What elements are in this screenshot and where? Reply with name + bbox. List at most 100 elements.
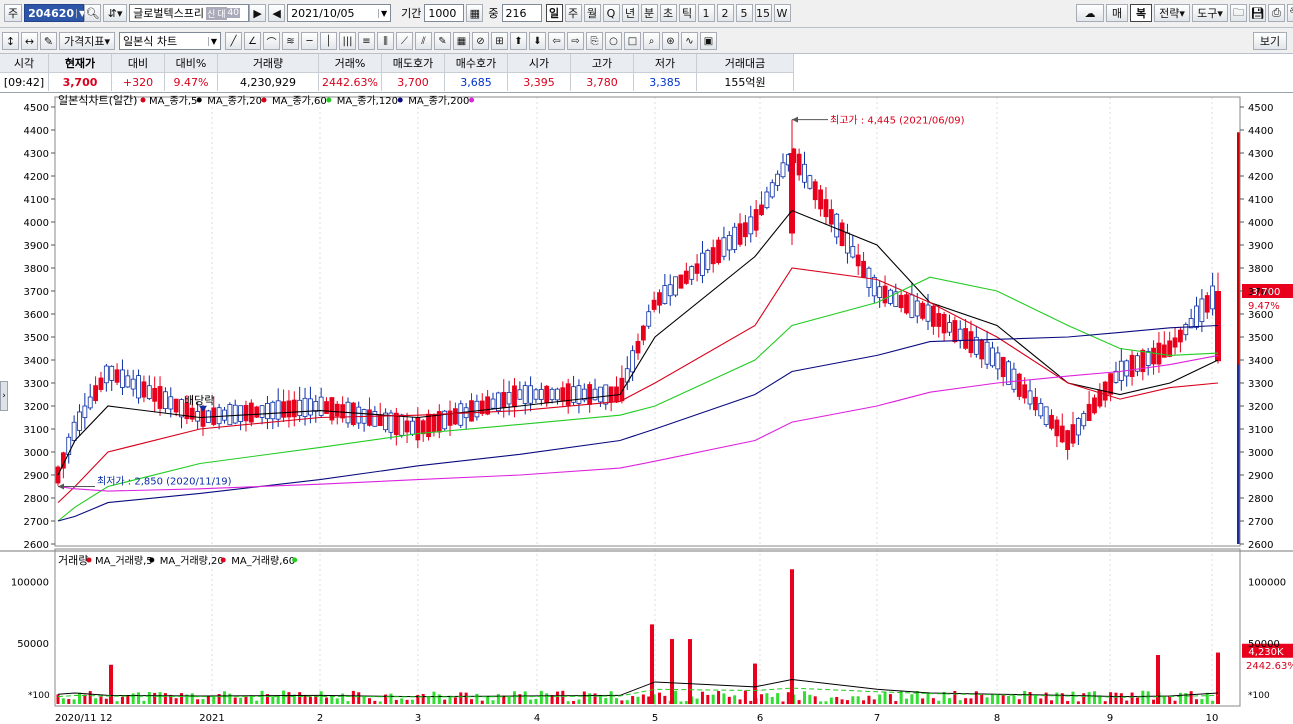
timeframe-button-11[interactable]: 15 bbox=[754, 4, 772, 22]
market-select[interactable]: 주 bbox=[4, 4, 23, 22]
count-input[interactable]: 216 bbox=[501, 4, 542, 22]
draw-tool-icon-1[interactable]: ∠ bbox=[244, 32, 261, 50]
draw-tool-icon-8[interactable]: ⫼ bbox=[377, 32, 394, 50]
date-input[interactable]: 2021/10/05 ▼ bbox=[287, 4, 392, 22]
draw-tool-icon-16[interactable]: ⬇ bbox=[529, 32, 546, 50]
play-icon[interactable]: ▶ bbox=[249, 4, 267, 22]
candle-body bbox=[667, 284, 673, 297]
copy-button[interactable]: 복 bbox=[1130, 4, 1152, 22]
timeframe-button-2[interactable]: 월 bbox=[583, 4, 601, 22]
volume-bar bbox=[421, 694, 425, 704]
save-icon[interactable]: 💾︎ bbox=[1249, 4, 1266, 22]
candle-body bbox=[195, 411, 201, 422]
candle-body bbox=[882, 285, 888, 304]
strategy-button[interactable]: 전략 ▾ bbox=[1154, 4, 1190, 22]
draw-tool-icon-5[interactable]: │ bbox=[320, 32, 337, 50]
draw-tool-icon-3[interactable]: ≋ bbox=[282, 32, 299, 50]
candle-body bbox=[522, 385, 528, 404]
draw-tool-icon-11[interactable]: ✎ bbox=[434, 32, 451, 50]
draw-tool-icon-14[interactable]: ⊞ bbox=[491, 32, 508, 50]
candle-body bbox=[947, 322, 952, 333]
arrow-updown-icon[interactable]: ↕ bbox=[2, 32, 19, 50]
volume-bar bbox=[77, 692, 81, 704]
stock-name-field[interactable]: 글로벌텍스프리 신 대 40 bbox=[129, 4, 250, 22]
draw-tool-icon-18[interactable]: ⇨ bbox=[567, 32, 584, 50]
timeframe-button-1[interactable]: 주 bbox=[564, 4, 582, 22]
timeframe-button-6[interactable]: 초 bbox=[659, 4, 677, 22]
timeframe-button-0[interactable]: 일 bbox=[545, 4, 563, 22]
draw-tool-icon-23[interactable]: ⊛ bbox=[662, 32, 679, 50]
draw-tool-icon-0[interactable]: ╱ bbox=[225, 32, 242, 50]
draw-tool-icon-22[interactable]: ⌕ bbox=[643, 32, 660, 50]
candle-body bbox=[1113, 370, 1119, 383]
draw-tool-icon-17[interactable]: ⇦ bbox=[548, 32, 565, 50]
draw-tool-icon-13[interactable]: ⊘ bbox=[472, 32, 489, 50]
price-index-button[interactable]: 가격지표 ▾ bbox=[59, 32, 115, 50]
buy-button[interactable]: 매 bbox=[1106, 4, 1128, 22]
draw-tool-icon-20[interactable]: ○ bbox=[605, 32, 622, 50]
draw-tool-icon-25[interactable]: ▣ bbox=[700, 32, 717, 50]
timeframe-button-7[interactable]: 틱 bbox=[678, 4, 696, 22]
volume-bar bbox=[722, 693, 726, 704]
y-tick-label: 2600 bbox=[1248, 540, 1273, 551]
stock-chart[interactable]: 4500 45004400 44004300 43004200 42004100 4100… bbox=[0, 92, 1293, 724]
back-icon[interactable]: ◀ bbox=[268, 4, 286, 22]
draw-tool-icon-21[interactable]: □ bbox=[624, 32, 641, 50]
collapse-handle[interactable]: › bbox=[0, 381, 8, 411]
volume-bar bbox=[153, 692, 157, 704]
arrow-leftright-icon[interactable]: ↔ bbox=[21, 32, 38, 50]
draw-tool-icon-2[interactable]: ⌒ bbox=[263, 32, 280, 50]
stock-code-input[interactable]: 204620 ▼ bbox=[24, 4, 85, 22]
print-icon[interactable]: ⎙ bbox=[1268, 4, 1285, 22]
draw-tool-icon-24[interactable]: ∿ bbox=[681, 32, 698, 50]
draw-tool-icon-4[interactable]: ─ bbox=[301, 32, 318, 50]
grid-icon[interactable]: ▦ bbox=[466, 4, 484, 22]
view-button[interactable]: 보기 bbox=[1253, 32, 1287, 50]
draw-tool-icon-9[interactable]: ⟋ bbox=[396, 32, 413, 50]
timeframe-button-12[interactable]: W bbox=[773, 4, 791, 22]
draw-tool-icon-19[interactable]: ⎘ bbox=[586, 32, 603, 50]
volume-bar bbox=[593, 693, 597, 704]
edit-icon[interactable]: ✎ bbox=[40, 32, 57, 50]
period-input[interactable]: 1000 bbox=[424, 4, 465, 22]
candle-body bbox=[560, 387, 566, 402]
chevron-down-icon[interactable]: ▼ bbox=[207, 36, 217, 46]
legend-dot bbox=[196, 97, 202, 103]
draw-tool-icon-7[interactable]: ≡ bbox=[358, 32, 375, 50]
volume-spike-bar bbox=[1216, 652, 1220, 704]
chevron-down-icon[interactable]: ▼ bbox=[377, 8, 387, 18]
candle-body bbox=[141, 381, 147, 398]
x-tick-label: 3 bbox=[415, 713, 421, 724]
timeframe-button-3[interactable]: Q bbox=[602, 4, 620, 22]
volume-bar bbox=[878, 694, 882, 704]
candle-body bbox=[479, 400, 485, 414]
volume-bar bbox=[1152, 699, 1156, 704]
timeframe-button-10[interactable]: 5 bbox=[735, 4, 753, 22]
sort-icon[interactable]: ⇵▾ bbox=[103, 4, 128, 22]
volume-bar bbox=[1082, 693, 1086, 704]
timeframe-button-9[interactable]: 2 bbox=[716, 4, 734, 22]
draw-tool-icon-10[interactable]: ⫽ bbox=[415, 32, 432, 50]
chart-type-select[interactable]: 일본식 차트 ▼ bbox=[119, 32, 221, 50]
tools-button[interactable]: 도구 ▾ bbox=[1192, 4, 1228, 22]
timeframe-button-5[interactable]: 분 bbox=[640, 4, 658, 22]
volume-bar bbox=[373, 700, 377, 704]
volume-bar bbox=[282, 690, 286, 704]
volume-panel-frame bbox=[54, 548, 1241, 707]
volume-bar bbox=[410, 699, 414, 704]
timeframe-button-4[interactable]: 년 bbox=[621, 4, 639, 22]
folder-icon[interactable]: 🗀 bbox=[1230, 4, 1247, 22]
draw-tool-icon-6[interactable]: ||| bbox=[339, 32, 356, 50]
search-icon[interactable]: 🔍︎ bbox=[84, 4, 102, 22]
cloud-icon[interactable]: ☁ bbox=[1076, 4, 1104, 22]
draw-tool-icon-12[interactable]: ▦ bbox=[453, 32, 470, 50]
draw-tool-icon-15[interactable]: ⬆ bbox=[510, 32, 527, 50]
volume-spike-bar bbox=[109, 664, 113, 704]
y-tick-label: 4500 bbox=[24, 103, 49, 114]
timeframe-button-8[interactable]: 1 bbox=[697, 4, 715, 22]
wrench-icon[interactable]: 🔧︎ bbox=[1287, 4, 1293, 22]
volume-bar bbox=[625, 700, 629, 704]
volume-bar bbox=[711, 694, 715, 704]
volume-spike-bar bbox=[670, 639, 674, 704]
y-tick-label: 4200 bbox=[1248, 172, 1273, 183]
